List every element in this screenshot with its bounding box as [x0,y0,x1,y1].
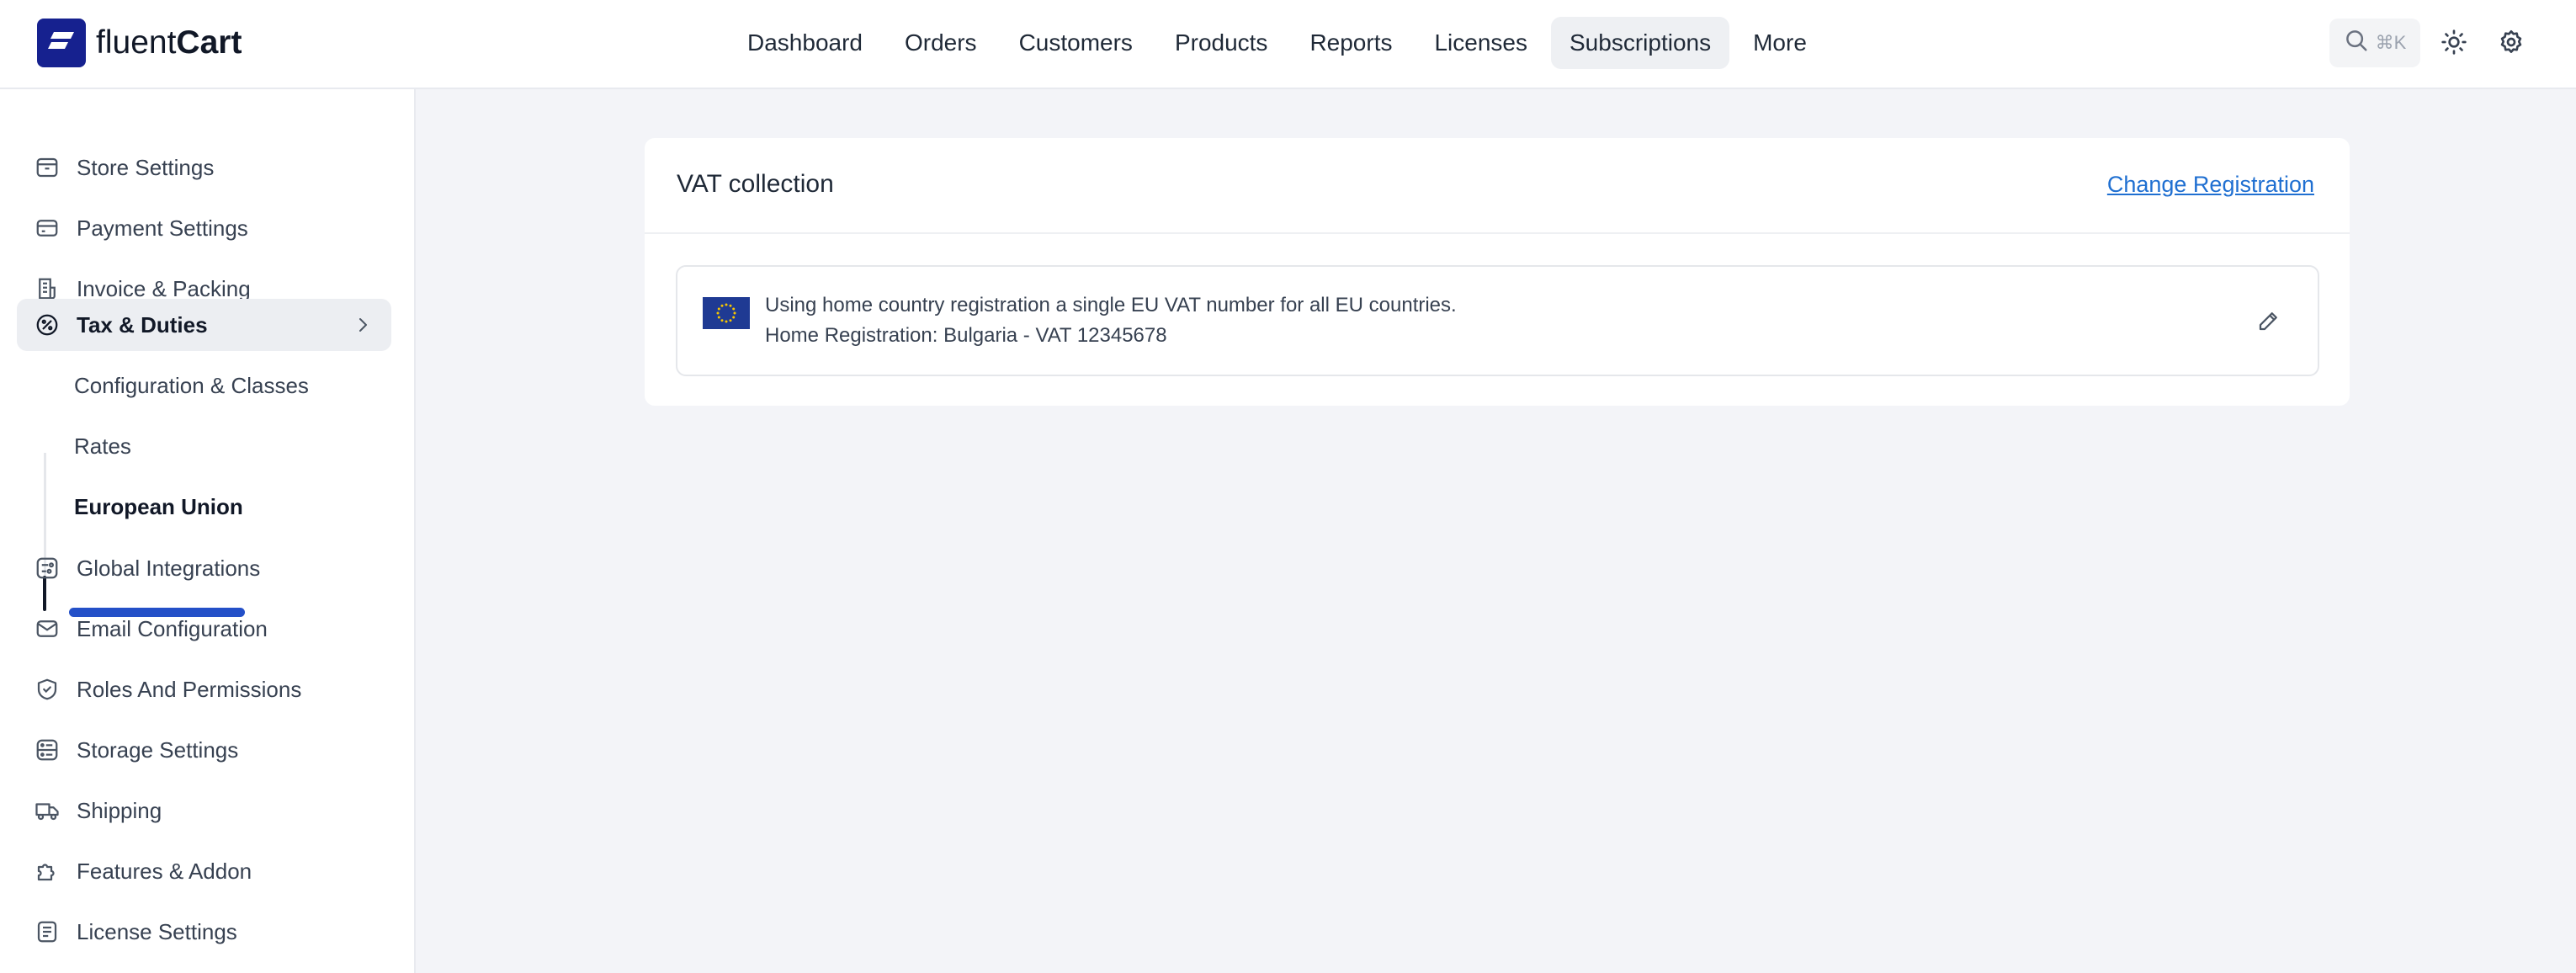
sun-icon[interactable] [2437,25,2471,59]
sidebar-item-label: Tax & Duties [77,311,208,338]
sidebar-item-tax-duties[interactable]: Tax & Duties [17,299,391,351]
card-title: VAT collection [677,170,834,198]
sidebar-item-label: Payment Settings [77,215,248,241]
gear-icon[interactable] [2494,25,2528,59]
sidebar-item-shipping[interactable]: Shipping [17,784,391,837]
integrations-icon [34,555,61,582]
search-icon [2344,28,2369,58]
mail-icon [34,615,61,642]
sidebar-item-email-configuration[interactable]: Email Configuration [17,603,391,655]
storage-icon [34,736,61,763]
main-nav: Dashboard Orders Customers Products Repo… [729,17,1825,69]
change-registration-link[interactable]: Change Registration [2107,172,2314,198]
percent-icon [34,311,61,338]
sidebar-item-payment-settings[interactable]: Payment Settings [17,202,391,254]
top-bar: fluentCart Dashboard Orders Customers Pr… [0,0,2576,89]
sidebar-item-storage-settings[interactable]: Storage Settings [17,724,391,776]
puzzle-icon [34,858,61,885]
sidebar-subitem-european-union[interactable]: European Union [74,481,243,532]
nav-customers[interactable]: Customers [1001,17,1151,69]
nav-dashboard[interactable]: Dashboard [729,17,881,69]
eu-flag-icon [703,297,750,329]
registration-description: Using home country registration a single… [765,294,1457,316]
card-header: VAT collection Change Registration [645,138,2350,234]
sidebar-item-global-integrations[interactable]: Global Integrations [17,542,391,594]
vat-registration-info: Using home country registration a single… [676,265,2319,376]
vat-collection-card: VAT collection Change Registration Using… [645,138,2350,406]
sidebar-item-label: Global Integrations [77,555,261,581]
sidebar-item-label: Shipping [77,797,162,823]
card-icon [34,215,61,242]
sidebar-subitem-rates[interactable]: Rates [74,421,131,471]
settings-sidebar: Store Settings Payment Settings Invoice … [0,89,416,973]
sidebar-item-label: Email Configuration [77,615,268,641]
store-icon [34,154,61,181]
nav-products[interactable]: Products [1156,17,1287,69]
nav-subscriptions[interactable]: Subscriptions [1551,17,1730,69]
sidebar-item-label: Features & Addon [77,858,252,884]
sidebar-item-roles-permissions[interactable]: Roles And Permissions [17,663,391,715]
sidebar-item-store-settings[interactable]: Store Settings [17,141,391,194]
app-logo[interactable]: fluentCart [37,19,242,67]
search-button[interactable]: ⌘K [2329,19,2420,67]
nav-licenses[interactable]: Licenses [1415,17,1546,69]
truck-icon [34,797,61,824]
sidebar-item-label: License Settings [77,918,237,944]
logo-text: fluentCart [96,24,242,61]
sidebar-item-license-settings[interactable]: License Settings [17,906,391,958]
license-icon [34,918,61,945]
home-registration-value: Home Registration: Bulgaria - VAT 123456… [765,324,1167,347]
sidebar-item-label: Roles And Permissions [77,676,302,702]
sidebar-item-label: Storage Settings [77,736,239,763]
nav-reports[interactable]: Reports [1291,17,1410,69]
edit-icon[interactable] [2254,306,2284,336]
nav-more[interactable]: More [1734,17,1825,69]
shield-icon [34,676,61,703]
chevron-right-icon [353,315,373,341]
sidebar-item-label: Store Settings [77,154,215,180]
sidebar-item-features-addon[interactable]: Features & Addon [17,845,391,897]
search-shortcut: ⌘K [2375,32,2407,53]
sidebar-item-label: Invoice & Packing [77,275,251,301]
logo-mark-icon [37,19,86,67]
nav-orders[interactable]: Orders [886,17,996,69]
sidebar-subitem-configuration-classes[interactable]: Configuration & Classes [74,360,309,411]
